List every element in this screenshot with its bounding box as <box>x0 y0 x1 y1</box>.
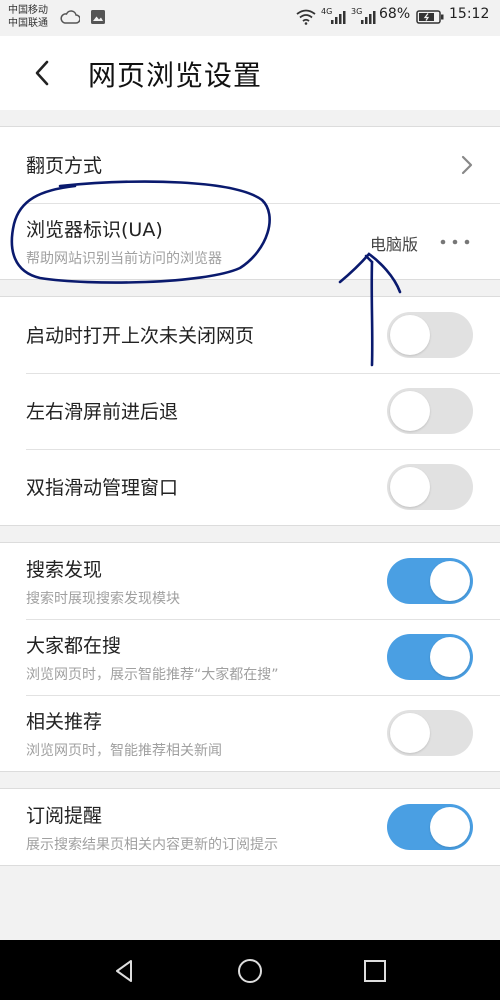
signal-icon <box>331 11 346 24</box>
toggle-switch[interactable] <box>387 804 473 850</box>
back-triangle-icon[interactable] <box>111 957 139 985</box>
wifi-icon <box>296 9 316 25</box>
toggle-switch[interactable] <box>387 464 473 510</box>
setting-title: 启动时打开上次未关闭网页 <box>26 325 255 347</box>
carrier-info: 中国移动 中国联通 <box>8 4 60 30</box>
setting-subtitle: 帮助网站识别当前访问的浏览器 <box>26 251 222 267</box>
setting-title: 左右滑屏前进后退 <box>26 401 179 423</box>
setting-row-subscription-reminder[interactable]: 订阅提醒 展示搜索结果页相关内容更新的订阅提示 <box>0 789 500 865</box>
setting-subtitle: 展示搜索结果页相关内容更新的订阅提示 <box>26 837 278 853</box>
setting-title: 订阅提醒 <box>26 805 103 827</box>
toggle-switch[interactable] <box>387 388 473 434</box>
chevron-right-icon <box>461 155 473 175</box>
more-dots-icon[interactable] <box>440 239 470 245</box>
section-general: 翻页方式 浏览器标识(UA) 帮助网站识别当前访问的浏览器 电脑版 <box>0 126 500 280</box>
toggle-knob <box>390 315 430 355</box>
setting-title: 双指滑动管理窗口 <box>26 477 179 499</box>
toggle-switch[interactable] <box>387 312 473 358</box>
setting-title: 相关推荐 <box>26 711 103 733</box>
setting-title: 大家都在搜 <box>26 635 122 657</box>
toggle-switch[interactable] <box>387 710 473 756</box>
setting-row-user-agent[interactable]: 浏览器标识(UA) 帮助网站识别当前访问的浏览器 电脑版 <box>0 203 500 279</box>
home-circle-icon[interactable] <box>236 957 264 985</box>
carrier-1: 中国移动 <box>8 5 48 16</box>
toggle-knob <box>390 713 430 753</box>
cloud-icon <box>60 10 80 24</box>
status-bar: 中国移动 中国联通 4G 3G 68% 15:12 <box>0 0 500 36</box>
clock: 15:12 <box>449 6 490 22</box>
setting-subtitle: 浏览网页时，展示智能推荐“大家都在搜” <box>26 667 279 683</box>
toggle-switch[interactable] <box>387 558 473 604</box>
toggle-knob <box>430 637 470 677</box>
setting-subtitle: 浏览网页时，智能推荐相关新闻 <box>26 743 222 759</box>
section-subscription: 订阅提醒 展示搜索结果页相关内容更新的订阅提示 <box>0 788 500 866</box>
setting-title: 翻页方式 <box>26 155 103 177</box>
page-title: 网页浏览设置 <box>88 59 263 92</box>
setting-row-trending-searches[interactable]: 大家都在搜 浏览网页时，展示智能推荐“大家都在搜” <box>0 619 500 695</box>
system-nav-bar <box>0 940 500 1000</box>
toggle-knob <box>390 467 430 507</box>
battery-icon <box>416 10 444 24</box>
toggle-knob <box>430 561 470 601</box>
setting-row-related-recommendations[interactable]: 相关推荐 浏览网页时，智能推荐相关新闻 <box>0 695 500 771</box>
setting-row-swipe-navigation[interactable]: 左右滑屏前进后退 <box>0 373 500 449</box>
section-gestures: 启动时打开上次未关闭网页 左右滑屏前进后退 双指滑动管理窗口 <box>0 296 500 526</box>
image-icon <box>91 10 105 24</box>
setting-row-two-finger-windows[interactable]: 双指滑动管理窗口 <box>0 449 500 525</box>
carrier-2: 中国联通 <box>8 18 48 29</box>
chevron-left-icon[interactable] <box>30 58 54 88</box>
setting-row-search-discover[interactable]: 搜索发现 搜索时展现搜索发现模块 <box>0 543 500 619</box>
signal-icon-2 <box>361 11 376 24</box>
setting-row-restore-tabs[interactable]: 启动时打开上次未关闭网页 <box>0 297 500 373</box>
page-header: 网页浏览设置 <box>0 36 500 110</box>
section-search: 搜索发现 搜索时展现搜索发现模块 大家都在搜 浏览网页时，展示智能推荐“大家都在… <box>0 542 500 772</box>
battery-percent: 68% <box>379 6 411 22</box>
user-agent-value[interactable]: 电脑版 <box>370 231 418 255</box>
setting-subtitle: 搜索时展现搜索发现模块 <box>26 591 180 607</box>
setting-row-page-turn[interactable]: 翻页方式 <box>0 127 500 203</box>
toggle-knob <box>390 391 430 431</box>
setting-title: 搜索发现 <box>26 559 103 581</box>
setting-title: 浏览器标识(UA) <box>26 219 163 241</box>
toggle-switch[interactable] <box>387 634 473 680</box>
toggle-knob <box>430 807 470 847</box>
recents-square-icon[interactable] <box>361 957 389 985</box>
